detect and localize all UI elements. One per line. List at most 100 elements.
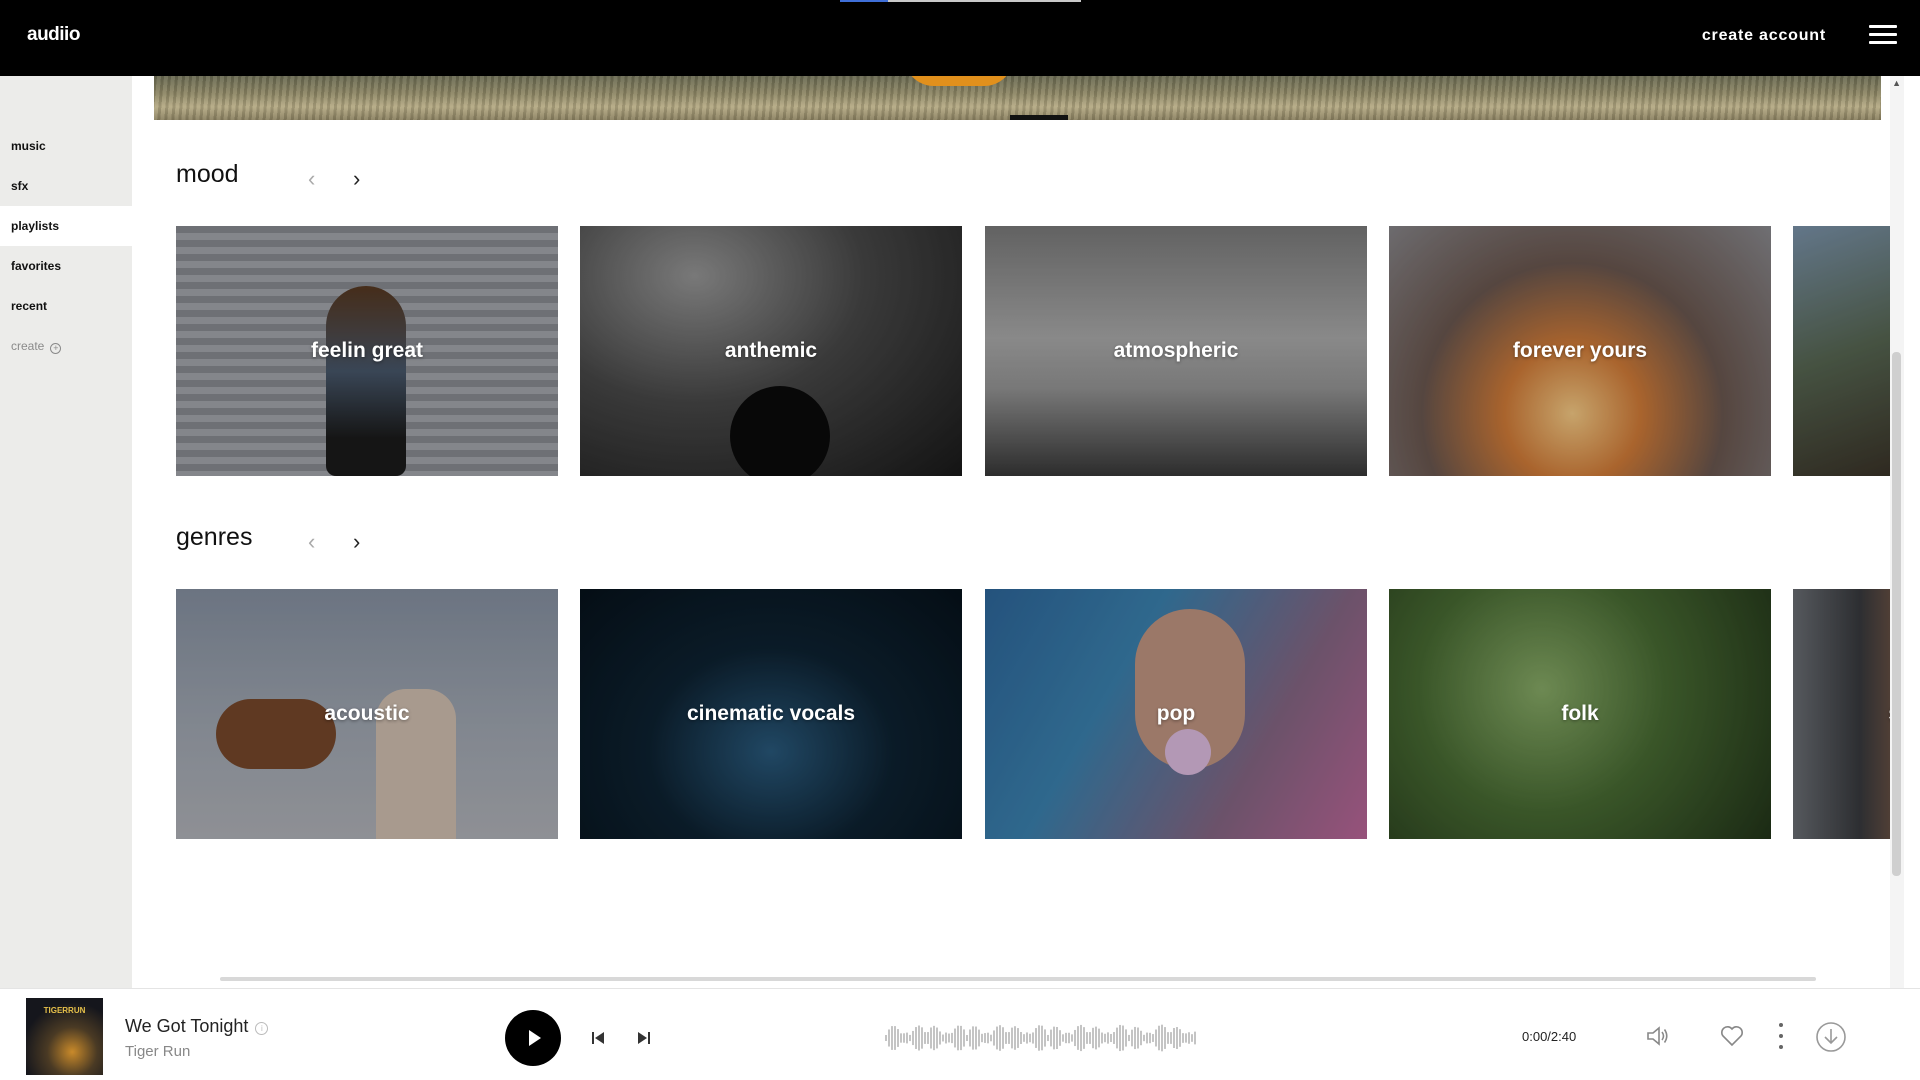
waveform-bar xyxy=(996,1026,998,1050)
horizontal-scrollbar[interactable] xyxy=(220,977,1816,981)
mood-card-feelin-great[interactable]: feelin great xyxy=(176,226,558,476)
waveform-bar xyxy=(951,1032,953,1044)
sidebar-item-create-label: create xyxy=(11,339,45,353)
vertical-scrollbar[interactable]: ▲ xyxy=(1890,76,1904,988)
waveform-bar xyxy=(1179,1029,1181,1047)
genres-chevron-right-icon[interactable]: › xyxy=(353,531,360,553)
waveform-seekbar[interactable] xyxy=(885,1021,1198,1055)
skip-back-icon[interactable] xyxy=(590,1030,606,1046)
sidebar-item-favorites[interactable]: favorites xyxy=(0,246,132,286)
volume-icon[interactable] xyxy=(1646,1025,1670,1047)
waveform-bar xyxy=(1065,1032,1067,1044)
card-label: acoustic xyxy=(324,702,410,725)
waveform-bar xyxy=(930,1027,932,1049)
waveform-bar xyxy=(1170,1032,1172,1044)
genre-card-pop[interactable]: pop xyxy=(985,589,1367,839)
heart-icon[interactable] xyxy=(1720,1025,1744,1047)
waveform-bar xyxy=(1176,1027,1178,1049)
genre-card-acoustic[interactable]: acoustic xyxy=(176,589,558,839)
genres-chevron-left-icon[interactable]: ‹ xyxy=(308,531,315,553)
waveform-bar xyxy=(1146,1032,1148,1044)
waveform-bar xyxy=(1053,1026,1055,1050)
scroll-up-arrow-icon[interactable]: ▲ xyxy=(1892,78,1901,88)
more-vertical-icon[interactable] xyxy=(1778,1022,1784,1050)
waveform-bar xyxy=(1023,1034,1025,1042)
waveform-bar xyxy=(1086,1032,1088,1044)
waveform-bar xyxy=(1080,1024,1082,1052)
hamburger-icon[interactable] xyxy=(1869,25,1897,47)
hero-slide-indicator[interactable] xyxy=(1010,115,1068,120)
create-account-link[interactable]: create account xyxy=(1702,27,1826,45)
waveform-bar xyxy=(1002,1027,1004,1049)
mood-chevron-right-icon[interactable]: › xyxy=(353,168,360,190)
waveform-bar xyxy=(981,1033,983,1043)
track-title[interactable]: We Got Tonight i xyxy=(125,1016,269,1037)
waveform-bar xyxy=(1167,1032,1169,1044)
waveform-bar xyxy=(1134,1026,1136,1050)
genre-card-partial[interactable]: s xyxy=(1793,589,1904,839)
waveform-bar xyxy=(1140,1030,1142,1046)
mood-card-anthemic[interactable]: anthemic xyxy=(580,226,962,476)
info-icon[interactable]: i xyxy=(255,1022,269,1035)
hero-banner-image[interactable] xyxy=(154,76,1881,120)
waveform-bar xyxy=(891,1026,893,1050)
waveform-bar xyxy=(1014,1026,1016,1050)
main-content: mood ‹ › feelin great anthemic atmospher… xyxy=(132,76,1904,988)
card-label: pop xyxy=(1156,702,1196,725)
waveform-bar xyxy=(1056,1027,1058,1049)
waveform-bar xyxy=(1128,1034,1130,1042)
sidebar-item-music[interactable]: music xyxy=(0,126,132,166)
mood-chevron-left-icon[interactable]: ‹ xyxy=(308,168,315,190)
waveform-bar xyxy=(1074,1029,1076,1047)
waveform-bar xyxy=(1125,1029,1127,1047)
sidebar-item-recent[interactable]: recent xyxy=(0,286,132,326)
waveform-bar xyxy=(1122,1025,1124,1051)
card-label: anthemic xyxy=(724,339,818,362)
mood-card-atmospheric[interactable]: atmospheric xyxy=(985,226,1367,476)
waveform-bar xyxy=(897,1029,899,1047)
hero-image-detail xyxy=(904,76,1014,86)
waveform-bar xyxy=(954,1028,956,1048)
waveform-bar xyxy=(885,1035,887,1041)
waveform-bar xyxy=(903,1033,905,1043)
genre-card-folk[interactable]: folk xyxy=(1389,589,1771,839)
mood-card-forever-yours[interactable]: forever yours xyxy=(1389,226,1771,476)
waveform-bar xyxy=(1047,1034,1049,1042)
waveform-bar xyxy=(984,1033,986,1043)
waveform-bar xyxy=(894,1026,896,1050)
card-label: atmospheric xyxy=(1113,339,1239,362)
waveform-bar xyxy=(957,1025,959,1051)
waveform-bar xyxy=(1062,1034,1064,1042)
sidebar-item-create[interactable]: create + xyxy=(0,326,132,366)
card-label: cinematic vocals xyxy=(686,702,856,725)
waveform-bar xyxy=(924,1032,926,1044)
waveform-bar xyxy=(1104,1033,1106,1043)
waveform-bar xyxy=(1089,1032,1091,1044)
top-navbar: audiio create account xyxy=(0,0,1920,76)
waveform-bar xyxy=(918,1025,920,1051)
plus-circle-icon: + xyxy=(50,343,62,354)
card-label: forever yours xyxy=(1512,339,1648,362)
waveform-bar xyxy=(999,1025,1001,1051)
waveform-bar xyxy=(1059,1030,1061,1046)
sidebar-item-playlists[interactable]: playlists xyxy=(0,206,132,246)
waveform-bar xyxy=(1098,1028,1100,1048)
waveform-bar xyxy=(987,1032,989,1044)
genre-card-cinematic-vocals[interactable]: cinematic vocals xyxy=(580,589,962,839)
track-artist[interactable]: Tiger Run xyxy=(125,1043,190,1060)
section-title-mood: mood xyxy=(176,160,239,188)
waveform-bar xyxy=(1161,1024,1163,1052)
play-icon[interactable] xyxy=(505,1010,561,1066)
waveform-bar xyxy=(912,1030,914,1046)
waveform-bar xyxy=(933,1025,935,1051)
download-icon[interactable] xyxy=(1815,1021,1847,1053)
audiio-logo[interactable]: audiio xyxy=(27,24,80,46)
waveform-bar xyxy=(1095,1026,1097,1050)
waveform-bar xyxy=(1164,1027,1166,1049)
skip-forward-icon[interactable] xyxy=(636,1030,652,1046)
track-cover-art[interactable]: TIGERRUN xyxy=(26,998,103,1075)
card-label: folk xyxy=(1561,702,1599,725)
sidebar-item-sfx[interactable]: sfx xyxy=(0,166,132,206)
mood-card-partial[interactable] xyxy=(1793,226,1904,476)
scrollbar-thumb[interactable] xyxy=(1892,352,1901,876)
